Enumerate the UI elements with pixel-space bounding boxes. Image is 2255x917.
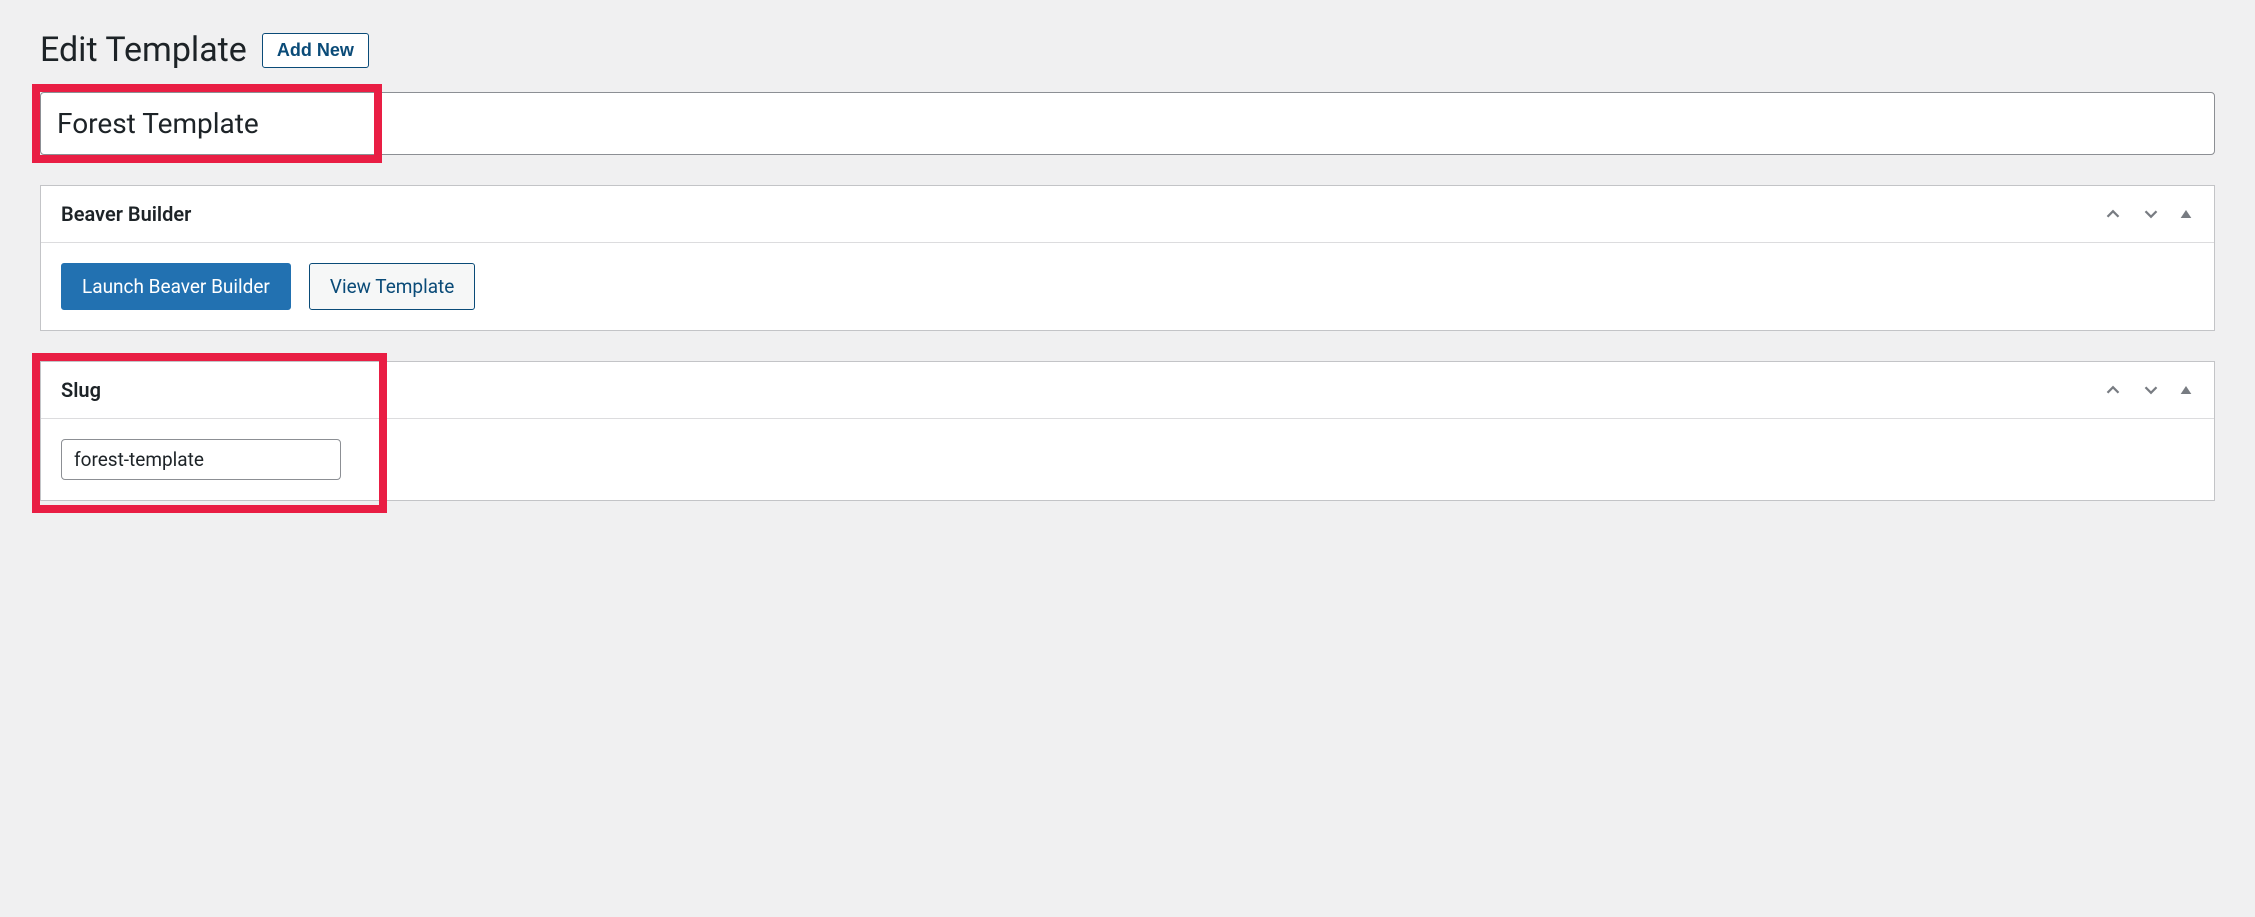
slug-panel: Slug (40, 361, 2215, 501)
slug-panel-wrap: Slug (40, 361, 2215, 501)
title-input-wrap (40, 92, 2215, 155)
beaver-builder-panel-title: Beaver Builder (61, 202, 191, 226)
panel-header: Beaver Builder (41, 186, 2214, 243)
page-title: Edit Template (40, 30, 247, 70)
slug-panel-title: Slug (61, 378, 101, 402)
panel-move-up-icon[interactable] (2102, 379, 2124, 401)
panel-move-up-icon[interactable] (2102, 203, 2124, 225)
panel-body (41, 419, 2214, 500)
slug-input[interactable] (61, 439, 341, 480)
panel-move-down-icon[interactable] (2140, 379, 2162, 401)
panel-body: Launch Beaver Builder View Template (41, 243, 2214, 330)
view-template-button[interactable]: View Template (309, 263, 475, 310)
panel-controls (2102, 379, 2194, 401)
panel-collapse-icon[interactable] (2178, 382, 2194, 398)
panel-controls (2102, 203, 2194, 225)
panel-move-down-icon[interactable] (2140, 203, 2162, 225)
launch-beaver-builder-button[interactable]: Launch Beaver Builder (61, 263, 291, 310)
panel-collapse-icon[interactable] (2178, 206, 2194, 222)
add-new-button[interactable]: Add New (262, 33, 369, 68)
panel-header: Slug (41, 362, 2214, 419)
page-header: Edit Template Add New (40, 30, 2215, 70)
beaver-builder-panel: Beaver Builder Launch Beaver Builder Vie… (40, 185, 2215, 331)
template-title-input[interactable] (40, 92, 2215, 155)
